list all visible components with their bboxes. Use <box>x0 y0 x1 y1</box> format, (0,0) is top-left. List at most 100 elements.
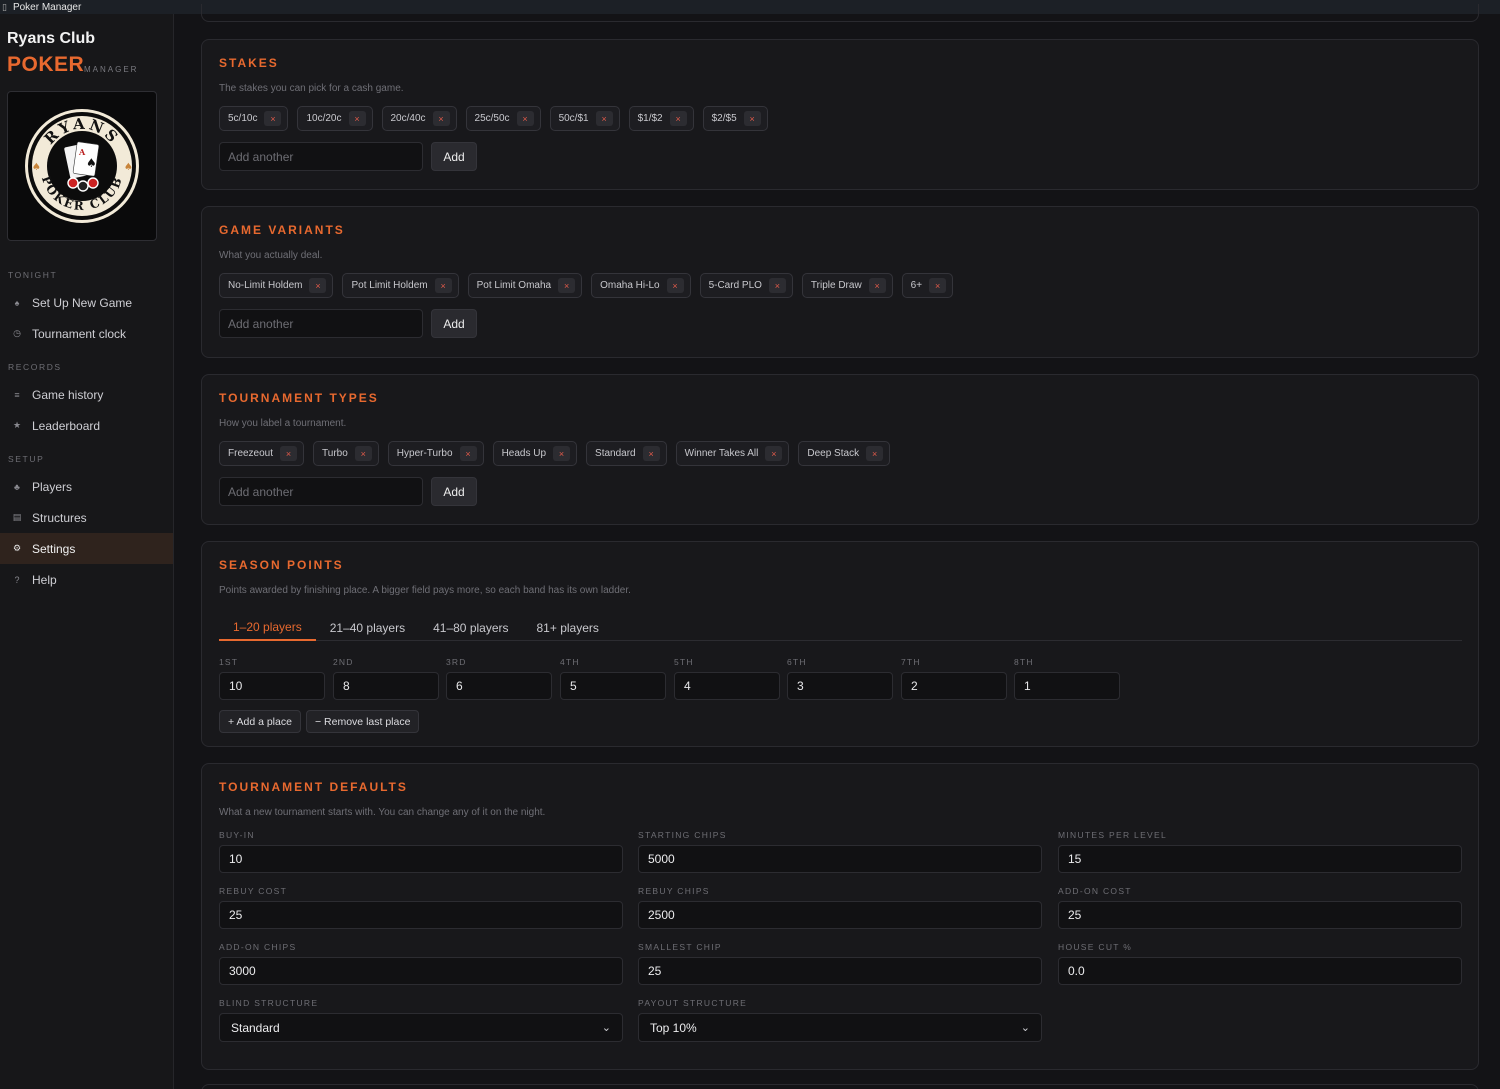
place-label: 1ST <box>219 657 239 667</box>
chip-label: Omaha Hi-Lo <box>600 280 660 291</box>
place-points-input[interactable] <box>333 672 439 700</box>
season-points-title: SEASON POINTS <box>219 558 344 572</box>
remove-icon[interactable]: × <box>768 278 786 293</box>
nav-section-records: RECORDS <box>8 362 62 372</box>
nav-item-game-history[interactable]: ≡ Game history <box>0 379 173 410</box>
tab-81-plus-players[interactable]: 81+ players <box>523 614 613 641</box>
tab-1-20-players[interactable]: 1–20 players <box>219 614 316 641</box>
svg-text:♠: ♠ <box>86 156 97 170</box>
field-label: PAYOUT STRUCTURE <box>638 998 748 1008</box>
defaults-title: TOURNAMENT DEFAULTS <box>219 780 408 794</box>
remove-icon[interactable]: × <box>666 278 684 293</box>
nav-item-tournament-clock[interactable]: ◷ Tournament clock <box>0 318 173 349</box>
remove-icon[interactable]: × <box>866 446 884 461</box>
variant-chip: Omaha Hi-Lo × <box>591 273 691 298</box>
field-label: BLIND STRUCTURE <box>219 998 319 1008</box>
place-points-input[interactable] <box>1014 672 1120 700</box>
previous-card-edge <box>201 4 1479 22</box>
place-points-input[interactable] <box>560 672 666 700</box>
remove-icon[interactable]: × <box>434 278 452 293</box>
remove-icon[interactable]: × <box>516 111 534 126</box>
add-variant-button[interactable]: Add <box>431 309 477 338</box>
add-on-cost-field: ADD-ON COST <box>1058 886 1462 929</box>
remove-icon[interactable]: × <box>309 278 327 293</box>
spade-icon: ♠ <box>14 297 20 308</box>
rebuy-chips-field: REBUY CHIPS <box>638 886 1042 929</box>
nav-item-label: Help <box>32 572 57 587</box>
nav-item-set-up-new-game[interactable]: ♠ Set Up New Game <box>0 287 173 318</box>
variants-add-row: Add <box>219 309 477 338</box>
remove-icon[interactable]: × <box>743 111 761 126</box>
remove-icon[interactable]: × <box>765 446 783 461</box>
smallest-chip-input[interactable] <box>638 957 1042 985</box>
add-tournament-type-button[interactable]: Add <box>431 477 477 506</box>
remove-icon[interactable]: × <box>868 278 886 293</box>
remove-last-place-button[interactable]: − Remove last place <box>306 710 420 733</box>
tournament-types-chip-list: Freezeout × Turbo × Hyper-Turbo × Heads Up ×… <box>219 441 891 466</box>
add-tournament-type-input[interactable] <box>219 477 423 506</box>
chip-label: Pot Limit Holdem <box>351 280 428 291</box>
place-points-input[interactable] <box>446 672 552 700</box>
remove-icon[interactable]: × <box>264 111 282 126</box>
buy-in-input[interactable] <box>219 845 623 873</box>
chip-label: Turbo <box>322 448 348 459</box>
place-field: 4TH <box>560 657 666 700</box>
tab-41-80-players[interactable]: 41–80 players <box>419 614 522 641</box>
brand-club-name: Ryans Club <box>7 30 96 47</box>
stake-chip: $2/$5 × <box>702 106 768 131</box>
place-label: 6TH <box>787 657 807 667</box>
remove-icon[interactable]: × <box>354 446 372 461</box>
nav-item-label: Set Up New Game <box>32 295 133 310</box>
stakes-description: The stakes you can pick for a cash game. <box>219 83 404 94</box>
add-stake-input[interactable] <box>219 142 423 171</box>
remove-icon[interactable]: × <box>558 278 576 293</box>
add-stake-button[interactable]: Add <box>431 142 477 171</box>
place-points-input[interactable] <box>787 672 893 700</box>
add-variant-input[interactable] <box>219 309 423 338</box>
remove-icon[interactable]: × <box>280 446 298 461</box>
nav-item-players[interactable]: ♣ Players <box>0 471 173 502</box>
place-points-input[interactable] <box>219 672 325 700</box>
remove-icon[interactable]: × <box>595 111 613 126</box>
nav-item-settings[interactable]: ⚙ Settings <box>0 533 173 564</box>
remove-icon[interactable]: × <box>553 446 571 461</box>
place-points-input[interactable] <box>901 672 1007 700</box>
starting-chips-input[interactable] <box>638 845 1042 873</box>
place-label: 4TH <box>560 657 580 667</box>
remove-icon[interactable]: × <box>669 111 687 126</box>
window-title: Poker Manager <box>12 1 82 13</box>
chip-label: 10c/20c <box>306 113 342 124</box>
remove-icon[interactable]: × <box>459 446 477 461</box>
game-variants-card: GAME VARIANTS What you actually deal. No… <box>201 206 1479 358</box>
list-icon: ≡ <box>14 389 20 400</box>
add-place-button[interactable]: + Add a place <box>219 710 301 733</box>
rebuy-cost-input[interactable] <box>219 901 623 929</box>
add-on-cost-input[interactable] <box>1058 901 1462 929</box>
payout-structure-select[interactable]: Top 10% ⌄ <box>638 1013 1042 1042</box>
place-points-input[interactable] <box>674 672 780 700</box>
remove-icon[interactable]: × <box>929 278 947 293</box>
house-cut-input[interactable] <box>1058 957 1462 985</box>
nav-item-leaderboard[interactable]: ★ Leaderboard <box>0 410 173 441</box>
svg-text:A: A <box>78 147 86 157</box>
minutes-per-level-input[interactable] <box>1058 845 1462 873</box>
remove-icon[interactable]: × <box>642 446 660 461</box>
remove-icon[interactable]: × <box>348 111 366 126</box>
poker-club-logo-icon: RYANS POKER CLUB A ♠ ♠ ♠ <box>25 109 139 223</box>
chip-label: $2/$5 <box>711 113 737 124</box>
nav-item-structures[interactable]: ▤ Structures <box>0 502 173 533</box>
chip-label: Winner Takes All <box>684 448 759 459</box>
place-label: 3RD <box>446 657 467 667</box>
blind-structure-select[interactable]: Standard ⌄ <box>219 1013 623 1042</box>
remove-icon[interactable]: × <box>432 111 450 126</box>
nav-item-help[interactable]: ? Help <box>0 564 173 595</box>
variant-chip: 6+ × <box>901 273 954 298</box>
variant-chip: Pot Limit Holdem × <box>342 273 459 298</box>
gear-icon: ⚙ <box>12 543 22 553</box>
tournament-types-add-row: Add <box>219 477 477 506</box>
rebuy-chips-input[interactable] <box>638 901 1042 929</box>
chip-label: Deep Stack <box>807 448 860 459</box>
place-field: 2ND <box>333 657 439 700</box>
tab-21-40-players[interactable]: 21–40 players <box>316 614 419 641</box>
add-on-chips-input[interactable] <box>219 957 623 985</box>
